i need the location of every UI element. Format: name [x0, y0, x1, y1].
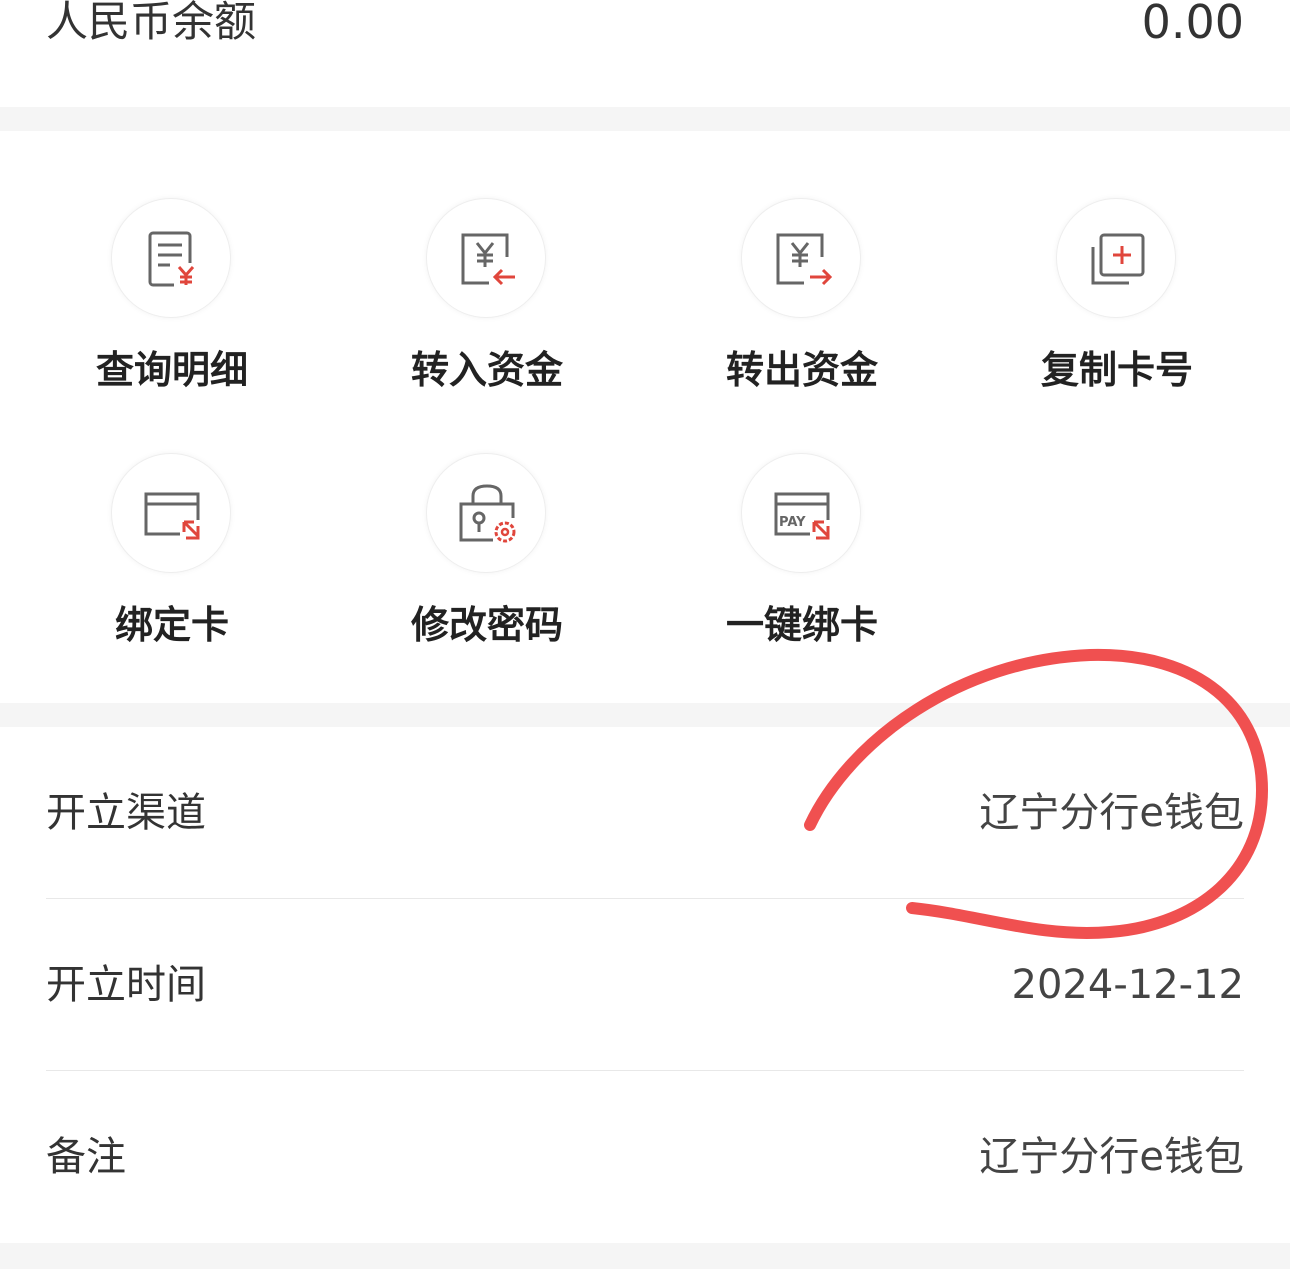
balance-value: 0.00 — [1141, 0, 1244, 49]
info-row-open-time: 开立时间 2024-12-12 — [46, 899, 1244, 1071]
action-label: 修改密码 — [410, 603, 563, 647]
transfer-in-yuan-icon — [426, 198, 546, 318]
info-value: 辽宁分行e钱包 — [979, 790, 1244, 836]
balance-section: 人民币余额 0.00 — [0, 0, 1290, 107]
action-label: 转入资金 — [410, 348, 563, 392]
account-detail-page: 人民币余额 0.00 查询明细 转入资金 转出资金 复制卡号 绑定卡 修改密码 … — [0, 0, 1290, 1269]
copy-card-icon — [1056, 198, 1176, 318]
lock-settings-icon — [426, 453, 546, 573]
action-transfer-out[interactable]: 转出资金 — [672, 198, 932, 418]
transfer-out-yuan-icon — [741, 198, 861, 318]
info-value: 辽宁分行e钱包 — [979, 1134, 1244, 1180]
balance-label: 人民币余额 — [46, 0, 257, 46]
account-info-list: 开立渠道 辽宁分行e钱包 开立时间 2024-12-12 备注 辽宁分行e钱包 — [0, 727, 1290, 1243]
action-bind-card[interactable]: 绑定卡 — [42, 453, 302, 673]
pay-card-icon: PAY — [741, 453, 861, 573]
info-label: 开立时间 — [46, 962, 206, 1008]
svg-text:PAY: PAY — [779, 515, 806, 530]
info-label: 备注 — [46, 1134, 126, 1180]
actions-grid: 查询明细 转入资金 转出资金 复制卡号 绑定卡 修改密码 PAY 一键绑卡 — [0, 131, 1290, 703]
action-one-click-bind[interactable]: PAY 一键绑卡 — [672, 453, 932, 673]
info-row-remark: 备注 辽宁分行e钱包 — [46, 1071, 1244, 1243]
action-change-password[interactable]: 修改密码 — [357, 453, 617, 673]
statement-yuan-icon — [111, 198, 231, 318]
action-label: 查询明细 — [95, 348, 248, 392]
action-query-details[interactable]: 查询明细 — [42, 198, 302, 418]
action-label: 复制卡号 — [1040, 348, 1193, 392]
action-label: 转出资金 — [725, 348, 878, 392]
bind-card-icon — [111, 453, 231, 573]
action-label: 绑定卡 — [114, 603, 229, 647]
action-label: 一键绑卡 — [725, 603, 878, 647]
action-copy-card-number[interactable]: 复制卡号 — [987, 198, 1247, 418]
info-label: 开立渠道 — [46, 790, 206, 836]
action-transfer-in[interactable]: 转入资金 — [357, 198, 617, 418]
info-value: 2024-12-12 — [1011, 962, 1244, 1008]
info-row-channel: 开立渠道 辽宁分行e钱包 — [46, 727, 1244, 899]
